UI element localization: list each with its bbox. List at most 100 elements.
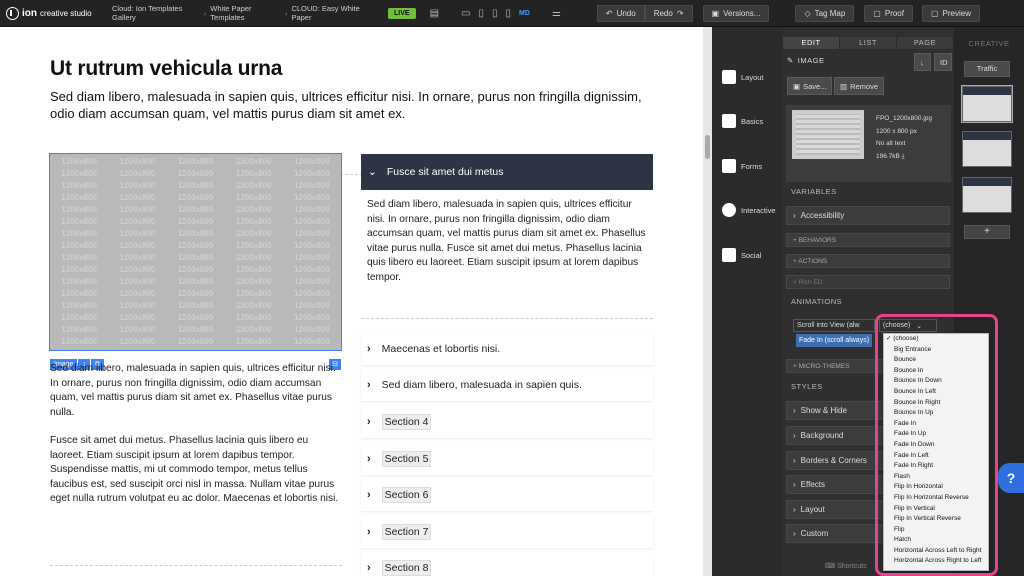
traffic-button[interactable]: Traffic (964, 61, 1010, 77)
image-section-header: ✎ IMAGE (787, 56, 958, 65)
creative-title[interactable]: CREATIVE (954, 39, 1024, 48)
tool-social[interactable]: Social (722, 248, 761, 262)
placeholder-text: 1200x800 (294, 265, 330, 274)
accordion-item[interactable]: › Section 5 (361, 443, 653, 475)
placeholder-text: 1200x800 (61, 337, 97, 346)
row-label: Borders & Corners (800, 456, 867, 465)
accordion-header-open[interactable]: ⌄ Fusce sit amet dui metus (361, 154, 653, 190)
trigger-select[interactable]: Scroll into View (alw (793, 319, 875, 332)
actions-row[interactable]: + ACTIONS (786, 254, 950, 268)
tool-basics[interactable]: Basics (722, 114, 763, 128)
selected-image[interactable]: 1200x800 1200x800 1200x800 1200x800 1200x800… (49, 153, 342, 351)
placeholder-text: 1200x800 (235, 289, 272, 298)
page-subtitle[interactable]: Sed diam libero, malesuada in sapien qui… (50, 88, 650, 122)
accordion-item[interactable]: › Section 4 (361, 406, 653, 438)
undo-label: Undo (616, 8, 636, 18)
placeholder-text: 1200x800 (177, 313, 214, 322)
save-button[interactable]: ▣ Save... (787, 77, 833, 95)
placeholder-text: 1200x800 (61, 181, 97, 190)
placeholder-text: 1200x800 (119, 277, 156, 286)
placeholder-text: 1200x800 (61, 169, 97, 178)
tablet-icon[interactable]: ▯ (492, 8, 498, 19)
component-toolbar: Layout Basics Forms Interactive Social (712, 27, 783, 576)
download-icon[interactable]: ↓ (914, 53, 931, 71)
placeholder-text: 1200x800 (235, 229, 272, 238)
settings-sliders-icon[interactable]: ⚌ (552, 8, 561, 19)
placeholder-text: 1200x800 (119, 265, 156, 274)
creative-thumbnail[interactable] (962, 131, 1012, 167)
breadcrumb-item[interactable]: CLOUD: Easy White Paper (291, 4, 374, 22)
placeholder-text: 1200x800 (177, 181, 214, 190)
placeholder-text: 1200x800 (61, 277, 97, 286)
body-paragraph[interactable]: Sed diam libero, malesuada in sapien qui… (50, 362, 342, 420)
creative-thumbnail[interactable] (961, 85, 1013, 123)
accessibility-row[interactable]: › Accessibility (786, 206, 950, 225)
accordion-item[interactable]: › Section 7 (361, 516, 653, 548)
help-button[interactable]: ? (998, 463, 1024, 493)
tool-label: Social (741, 250, 762, 260)
behaviors-row[interactable]: + BEHAVIORS (786, 233, 950, 247)
brand-logo[interactable]: ion creative studio (0, 6, 104, 20)
accordion-body[interactable]: Sed diam libero, malesuada in sapien qui… (367, 198, 651, 285)
accordion-title: Fusce sit amet dui metus (386, 166, 504, 178)
device-md-label[interactable]: MD (519, 10, 530, 17)
laptop-icon[interactable]: ▯ (478, 8, 484, 19)
live-badge[interactable]: LIVE (388, 7, 416, 19)
editor-tabs: EDIT LIST PAGE (783, 27, 954, 49)
redo-icon: ↷ (676, 8, 684, 18)
tool-forms[interactable]: Forms (722, 159, 762, 173)
desktop-icon[interactable]: ▭ (461, 8, 470, 19)
undo-button[interactable]: ↶ Undo (596, 4, 645, 22)
placeholder-text: 1200x800 (235, 157, 272, 166)
placeholder-text: 1200x800 (61, 289, 97, 298)
page-title[interactable]: Ut rutrum vehicula urna (50, 57, 282, 81)
placeholder-text: 1200x800 (61, 205, 97, 214)
accordion-item-label: Maecenas et lobortis nisi. (381, 343, 501, 355)
tool-layout[interactable]: Layout (722, 70, 764, 84)
row-label: Show & Hide (800, 406, 847, 415)
breadcrumb-item[interactable]: Cloud: Ion Templates Gallery (112, 4, 200, 22)
id-button[interactable]: ID (934, 53, 952, 71)
proof-label: Proof (884, 8, 904, 18)
placeholder-text: 1200x800 (119, 289, 156, 298)
placeholder-text: 1200x800 (61, 157, 97, 166)
accordion-item[interactable]: › Maecenas et lobortis nisi. (361, 333, 653, 365)
placeholder-text: 1200x800 (119, 217, 156, 226)
chevron-right-icon: › (793, 505, 796, 514)
tool-interactive[interactable]: Interactive (722, 203, 776, 217)
placeholder-text: 1200x800 (177, 265, 214, 274)
accordion-item[interactable]: › Section 6 (361, 479, 653, 511)
placeholder-text: 1200x800 (177, 205, 214, 214)
tab-edit[interactable]: EDIT (783, 37, 840, 49)
versions-button[interactable]: ▣ Versions... (702, 4, 770, 22)
redo-button[interactable]: Redo ↷ (644, 4, 693, 22)
image-thumbnail[interactable] (792, 110, 864, 159)
placeholder-text: 1200x800 (235, 181, 272, 190)
proof-button[interactable]: ▢ Proof (864, 4, 913, 22)
row-label: Background (800, 431, 844, 440)
canvas-scrollbar[interactable] (703, 27, 712, 576)
creative-thumbnail[interactable] (962, 177, 1012, 213)
phone-icon[interactable]: ▯ (506, 8, 512, 19)
tab-page[interactable]: PAGE (897, 37, 954, 49)
body-paragraph[interactable]: Fusce sit amet dui metus. Phasellus laci… (50, 434, 342, 507)
rich-ed-row[interactable]: + Rich ED (786, 275, 950, 289)
page-layout-icon[interactable]: ▤ (430, 8, 439, 19)
add-page-button[interactable]: + (964, 225, 1010, 239)
tag-map-button[interactable]: ◇ Tag Map (795, 4, 855, 22)
accordion-item[interactable]: › Sed diam libero, malesuada in sapien qu… (361, 369, 653, 401)
accordion-item[interactable]: › Section 8 (361, 552, 653, 576)
breadcrumb-item[interactable]: White Paper Templates (210, 4, 281, 22)
remove-button[interactable]: ▥ Remove (834, 77, 885, 95)
applied-animation-chip[interactable]: Fade In (scroll always) (796, 334, 873, 347)
pencil-icon: ✎ (787, 56, 794, 65)
image-asset-card[interactable]: FPO_1200x800.jpg 1200 x 800 px No alt te… (786, 105, 951, 182)
shortcuts-link[interactable]: ⌨ Shortcuts (825, 562, 867, 570)
trash-icon: ▥ (840, 81, 848, 91)
callout-highlight (875, 314, 998, 576)
tab-list[interactable]: LIST (840, 37, 897, 49)
download-icon[interactable]: ⤓ (902, 153, 905, 160)
preview-button[interactable]: ▢ Preview (921, 4, 980, 22)
undo-icon: ↶ (605, 8, 613, 18)
canvas-scroll-thumb[interactable] (705, 135, 710, 159)
